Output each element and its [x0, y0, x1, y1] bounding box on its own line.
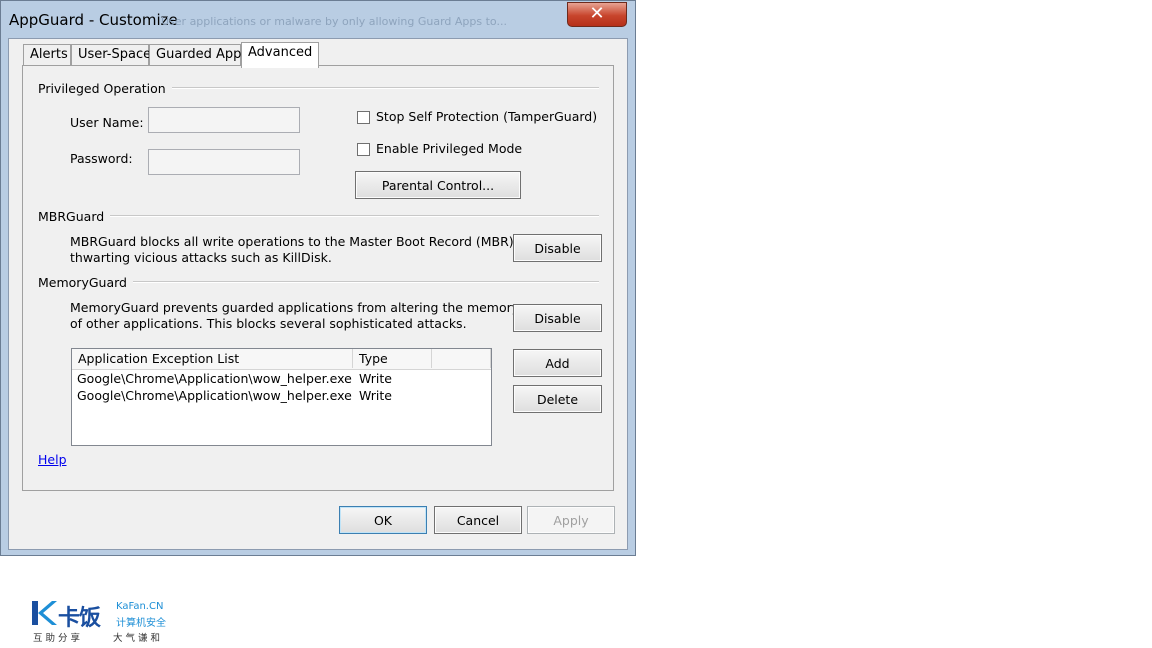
slogan-right-text: 大气谦和 [113, 633, 164, 644]
mbrguard-disable-button[interactable]: Disable [513, 234, 602, 262]
mbrguard-group-divider [103, 215, 599, 217]
advanced-tab-panel: Privileged Operation User Name: Password… [22, 65, 614, 491]
column-header-type[interactable]: Type [353, 349, 432, 368]
privileged-group-label: Privileged Operation [38, 81, 172, 96]
memoryguard-disable-button[interactable]: Disable [513, 304, 602, 332]
stop-self-protection-label[interactable]: Stop Self Protection (TamperGuard) [376, 109, 597, 124]
enable-privileged-mode-label[interactable]: Enable Privileged Mode [376, 141, 522, 156]
ok-button[interactable]: OK [339, 506, 427, 534]
kafan-logo-icon [32, 601, 57, 625]
password-label: Password: [70, 151, 133, 166]
enable-privileged-mode-checkbox[interactable] [357, 143, 370, 156]
memoryguard-group-divider [123, 281, 599, 283]
list-item[interactable]: Google\Chrome\Application\wow_helper.exe… [72, 370, 491, 387]
delete-exception-button[interactable]: Delete [513, 385, 602, 413]
stop-self-protection-checkbox[interactable] [357, 111, 370, 124]
list-item-app: Google\Chrome\Application\wow_helper.exe [77, 371, 352, 386]
list-item-type: Write [359, 388, 393, 403]
list-item-type: Write [359, 371, 393, 386]
application-exception-list[interactable]: Application Exception List Type Google\C… [71, 348, 492, 446]
title-bar[interactable]: AppGuard - Customize User applications o… [1, 1, 635, 37]
mbrguard-description-line1: MBRGuard blocks all write operations to … [70, 234, 518, 249]
parental-control-button[interactable]: Parental Control... [355, 171, 521, 199]
tab-alerts[interactable]: Alerts [23, 44, 71, 66]
add-exception-button[interactable]: Add [513, 349, 602, 377]
list-item[interactable]: Google\Chrome\Application\wow_helper.exe… [72, 387, 491, 404]
memoryguard-description-line1: MemoryGuard prevents guarded application… [70, 300, 520, 315]
tab-guarded-apps[interactable]: Guarded Apps [149, 44, 248, 66]
brand-en-text: KaFan.CN [116, 601, 164, 612]
memoryguard-description-line2: of other applications. This blocks sever… [70, 316, 467, 331]
close-icon: ✕ [589, 3, 605, 24]
brand-sub-text: 计算机安全 [116, 618, 166, 629]
password-input[interactable] [148, 149, 300, 175]
dialog-client-area: Alerts User-Space Guarded Apps Advanced … [8, 38, 628, 550]
slogan-left-text: 互助分享 [33, 633, 84, 644]
window-title-ghost-text: User applications or malware by only all… [161, 15, 507, 28]
column-header-extra[interactable] [432, 349, 491, 368]
privileged-group-divider [153, 87, 599, 89]
list-item-app: Google\Chrome\Application\wow_helper.exe [77, 388, 352, 403]
memoryguard-group-label: MemoryGuard [38, 275, 133, 290]
kafan-watermark-logo: 卡饭 KaFan.CN 计算机安全 互助分享 大气谦和 [30, 600, 190, 644]
window-title: AppGuard - Customize [9, 11, 178, 29]
tab-user-space[interactable]: User-Space [71, 44, 151, 66]
mbrguard-group-label: MBRGuard [38, 209, 111, 224]
apply-button[interactable]: Apply [527, 506, 615, 534]
close-button[interactable]: ✕ [567, 2, 627, 27]
cancel-button[interactable]: Cancel [434, 506, 522, 534]
tab-advanced[interactable]: Advanced [241, 42, 319, 68]
username-input[interactable] [148, 107, 300, 133]
help-link[interactable]: Help [38, 452, 67, 467]
column-header-application[interactable]: Application Exception List [72, 349, 353, 368]
username-label: User Name: [70, 115, 144, 130]
appguard-customize-window: AppGuard - Customize User applications o… [0, 0, 636, 556]
mbrguard-description-line2: thwarting vicious attacks such as KillDi… [70, 250, 332, 265]
list-header: Application Exception List Type [72, 349, 491, 370]
brand-cn-text: 卡饭 [58, 606, 101, 631]
